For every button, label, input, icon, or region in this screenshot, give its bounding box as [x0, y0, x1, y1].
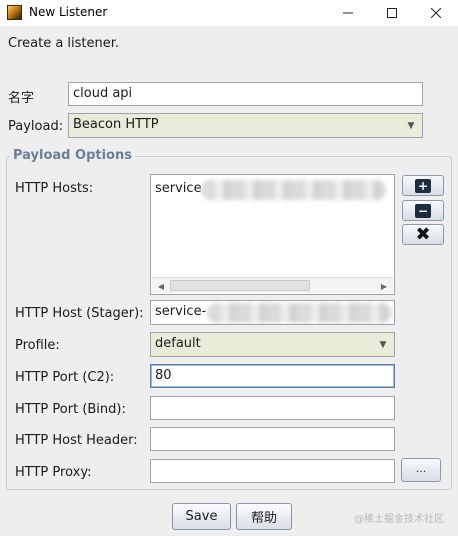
close-icon — [431, 8, 441, 18]
maximize-button[interactable] — [370, 0, 414, 26]
profile-select[interactable]: default ▼ — [150, 332, 395, 357]
save-button[interactable]: Save — [172, 503, 231, 530]
payload-select-value: Beacon HTTP — [73, 117, 159, 132]
chevron-down-icon: ▼ — [407, 120, 415, 131]
name-field[interactable]: cloud api — [68, 82, 423, 106]
remove-host-button[interactable]: − — [402, 200, 444, 221]
chevron-down-icon: ▼ — [379, 339, 387, 350]
payload-label: Payload: — [8, 119, 64, 134]
minimize-button[interactable] — [326, 0, 370, 26]
proxy-settings-button[interactable]: ... — [401, 458, 441, 482]
http-proxy-field[interactable] — [150, 459, 395, 483]
close-button[interactable] — [414, 0, 458, 26]
add-host-button[interactable]: + — [402, 175, 444, 196]
http-port-c2-field[interactable]: 80 — [150, 364, 395, 388]
x-icon: ✖ — [415, 223, 431, 245]
minus-icon: − — [415, 203, 431, 218]
http-proxy-label: HTTP Proxy: — [15, 465, 92, 480]
http-port-bind-label: HTTP Port (Bind): — [15, 402, 126, 417]
redacted-blur — [207, 303, 392, 323]
http-host-stager-field[interactable]: service- — [150, 300, 395, 325]
scroll-right-icon[interactable]: ▶ — [377, 279, 391, 293]
http-host-header-field[interactable] — [150, 427, 395, 451]
title-bar: New Listener — [0, 0, 458, 26]
payload-select[interactable]: Beacon HTTP ▼ — [68, 113, 423, 138]
http-hosts-label: HTTP Hosts: — [15, 181, 94, 196]
scrollbar-thumb[interactable] — [170, 280, 310, 291]
payload-options-title: Payload Options — [10, 148, 135, 163]
horizontal-scrollbar[interactable]: ◀ ▶ — [152, 277, 393, 293]
http-host-header-label: HTTP Host Header: — [15, 433, 138, 448]
watermark: @稀土掘金技术社区 — [354, 514, 444, 525]
minimize-icon — [343, 8, 353, 18]
http-host-stager-value: service- — [155, 304, 207, 319]
window-title: New Listener — [29, 5, 108, 19]
profile-label: Profile: — [15, 338, 60, 353]
name-label: 名字 — [8, 91, 35, 106]
clear-hosts-button[interactable]: ✖ — [402, 224, 444, 245]
http-host-stager-label: HTTP Host (Stager): — [15, 306, 144, 321]
maximize-icon — [387, 8, 397, 18]
scroll-left-icon[interactable]: ◀ — [154, 279, 168, 293]
http-hosts-list[interactable]: service ◀ ▶ — [150, 174, 395, 295]
profile-select-value: default — [155, 336, 201, 351]
dialog-description: Create a listener. — [8, 36, 120, 51]
plus-icon: + — [415, 178, 431, 193]
redacted-blur — [201, 180, 386, 200]
help-button[interactable]: 帮助 — [236, 503, 292, 530]
http-port-bind-field[interactable] — [150, 396, 395, 420]
list-item[interactable]: service — [155, 181, 202, 196]
app-icon — [7, 5, 22, 20]
http-port-c2-label: HTTP Port (C2): — [15, 370, 115, 385]
